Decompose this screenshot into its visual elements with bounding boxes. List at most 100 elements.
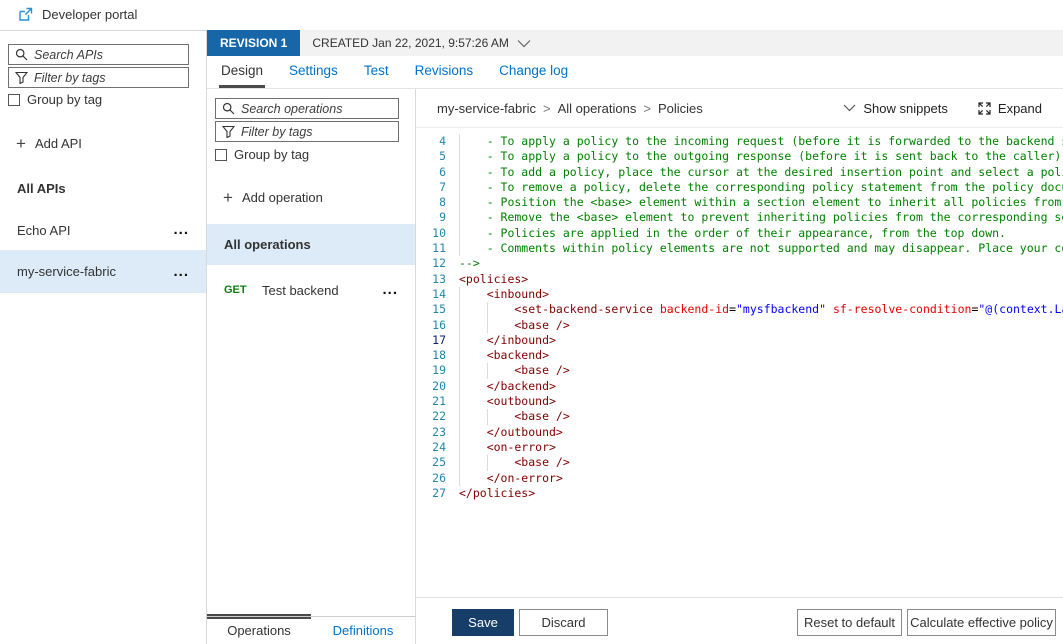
line-number: 10 bbox=[416, 226, 446, 241]
indent-guide bbox=[459, 394, 460, 409]
code-line[interactable]: 18 <backend> bbox=[416, 348, 1063, 363]
code-line[interactable]: 5 - To apply a policy to the outgoing re… bbox=[416, 149, 1063, 164]
api-item-echo-api[interactable]: Echo API ... bbox=[0, 211, 206, 249]
line-number: 23 bbox=[416, 425, 446, 440]
indent-guide bbox=[459, 195, 460, 210]
expand-label: Expand bbox=[998, 101, 1042, 116]
add-api-button[interactable]: + Add API bbox=[16, 136, 82, 151]
code-line[interactable]: 13<policies> bbox=[416, 272, 1063, 287]
code-line[interactable]: 14 <inbound> bbox=[416, 287, 1063, 302]
indent-guide bbox=[459, 333, 460, 348]
developer-portal-link[interactable]: Developer portal bbox=[18, 7, 137, 22]
line-number: 24 bbox=[416, 440, 446, 455]
tab-change-log[interactable]: Change log bbox=[497, 56, 570, 88]
discard-button[interactable]: Discard bbox=[519, 609, 608, 636]
group-by-tag-label: Group by tag bbox=[27, 92, 102, 107]
code-line[interactable]: 17 </inbound> bbox=[416, 333, 1063, 348]
calculate-effective-policy-button[interactable]: Calculate effective policy bbox=[907, 609, 1056, 636]
ops-group-by-tag-row: Group by tag bbox=[215, 147, 309, 162]
code-line[interactable]: 7 - To remove a policy, delete the corre… bbox=[416, 180, 1063, 195]
search-operations-box bbox=[215, 98, 399, 119]
tab-settings[interactable]: Settings bbox=[287, 56, 340, 88]
indent-guide bbox=[487, 318, 488, 333]
tab-definitions[interactable]: Definitions bbox=[311, 617, 415, 644]
indent-guide bbox=[487, 455, 488, 470]
tab-test[interactable]: Test bbox=[362, 56, 391, 88]
add-operation-button[interactable]: + Add operation bbox=[223, 190, 323, 205]
breadcrumb-scope[interactable]: All operations bbox=[558, 101, 637, 116]
indent-guide bbox=[487, 302, 488, 317]
search-apis-box bbox=[8, 44, 189, 65]
indent-guide bbox=[487, 363, 488, 378]
group-by-tag-checkbox[interactable] bbox=[8, 94, 20, 106]
breadcrumb-api[interactable]: my-service-fabric bbox=[437, 101, 536, 116]
indent-guide bbox=[459, 379, 460, 394]
code-line[interactable]: 8 - Position the <base> element within a… bbox=[416, 195, 1063, 210]
policy-code-editor[interactable]: 4 - To apply a policy to the incoming re… bbox=[416, 128, 1063, 595]
code-line[interactable]: 19 <base /> bbox=[416, 363, 1063, 378]
code-line[interactable]: 22 <base /> bbox=[416, 409, 1063, 424]
line-number: 18 bbox=[416, 348, 446, 363]
breadcrumb-separator: > bbox=[643, 101, 651, 116]
indent-guide bbox=[459, 149, 460, 164]
tab-operations[interactable]: Operations bbox=[207, 617, 311, 644]
policy-breadcrumb-row: my-service-fabric > All operations > Pol… bbox=[416, 89, 1063, 128]
line-number: 15 bbox=[416, 302, 446, 317]
ellipsis-icon[interactable]: ... bbox=[173, 227, 189, 233]
api-tabs: Design Settings Test Revisions Change lo… bbox=[207, 56, 1063, 89]
ops-filter-tags-input[interactable] bbox=[241, 125, 392, 139]
code-line[interactable]: 27</policies> bbox=[416, 486, 1063, 501]
code-line[interactable]: 25 <base /> bbox=[416, 455, 1063, 470]
api-item-my-service-fabric[interactable]: my-service-fabric ... bbox=[0, 250, 206, 293]
code-line[interactable]: 11 - Comments within policy elements are… bbox=[416, 241, 1063, 256]
ops-group-by-tag-checkbox[interactable] bbox=[215, 149, 227, 161]
code-line[interactable]: 21 <outbound> bbox=[416, 394, 1063, 409]
code-line[interactable]: 16 <base /> bbox=[416, 318, 1063, 333]
http-method-badge: GET bbox=[224, 284, 262, 296]
operation-item-test-backend[interactable]: GET Test backend ... bbox=[207, 272, 415, 308]
line-number: 8 bbox=[416, 195, 446, 210]
line-number: 11 bbox=[416, 241, 446, 256]
code-line[interactable]: 12--> bbox=[416, 256, 1063, 271]
code-line[interactable]: 15 <set-backend-service backend-id="mysf… bbox=[416, 302, 1063, 317]
chevron-down-icon[interactable] bbox=[517, 39, 531, 48]
revision-bar: REVISION 1 CREATED Jan 22, 2021, 9:57:26… bbox=[207, 30, 1063, 56]
external-link-icon bbox=[18, 7, 33, 22]
reset-to-default-button[interactable]: Reset to default bbox=[797, 609, 902, 636]
line-number: 25 bbox=[416, 455, 446, 470]
search-icon bbox=[222, 102, 235, 115]
line-number: 13 bbox=[416, 272, 446, 287]
search-operations-input[interactable] bbox=[241, 102, 392, 116]
code-line[interactable]: 6 - To add a policy, place the cursor at… bbox=[416, 165, 1063, 180]
ellipsis-icon[interactable]: ... bbox=[173, 269, 189, 275]
filter-tags-input[interactable] bbox=[34, 71, 182, 85]
line-number: 27 bbox=[416, 486, 446, 501]
code-line[interactable]: 4 - To apply a policy to the incoming re… bbox=[416, 134, 1063, 149]
code-line[interactable]: 26 </on-error> bbox=[416, 471, 1063, 486]
show-snippets-button[interactable]: Show snippets bbox=[843, 101, 948, 116]
indent-guide bbox=[459, 409, 460, 424]
search-apis-input[interactable] bbox=[34, 48, 182, 62]
code-line[interactable]: 10 - Policies are applied in the order o… bbox=[416, 226, 1063, 241]
save-button[interactable]: Save bbox=[452, 609, 514, 636]
sidebar-divider bbox=[206, 30, 207, 644]
code-line[interactable]: 9 - Remove the <base> element to prevent… bbox=[416, 210, 1063, 225]
indent-guide bbox=[487, 409, 488, 424]
indent-guide bbox=[459, 363, 460, 378]
filter-icon bbox=[222, 125, 235, 138]
ellipsis-icon[interactable]: ... bbox=[382, 287, 398, 293]
code-line[interactable]: 24 <on-error> bbox=[416, 440, 1063, 455]
tab-revisions[interactable]: Revisions bbox=[413, 56, 476, 88]
indent-guide bbox=[459, 440, 460, 455]
all-operations-item[interactable]: All operations bbox=[207, 224, 415, 265]
plus-icon: + bbox=[223, 191, 233, 205]
chevron-down-icon bbox=[843, 104, 856, 112]
revision-badge[interactable]: REVISION 1 bbox=[207, 30, 300, 56]
indent-guide bbox=[459, 241, 460, 256]
tab-design[interactable]: Design bbox=[219, 56, 265, 88]
line-number: 5 bbox=[416, 149, 446, 164]
editor-bottom-divider bbox=[416, 597, 1063, 598]
code-line[interactable]: 23 </outbound> bbox=[416, 425, 1063, 440]
expand-button[interactable]: Expand bbox=[978, 101, 1042, 116]
code-line[interactable]: 20 </backend> bbox=[416, 379, 1063, 394]
